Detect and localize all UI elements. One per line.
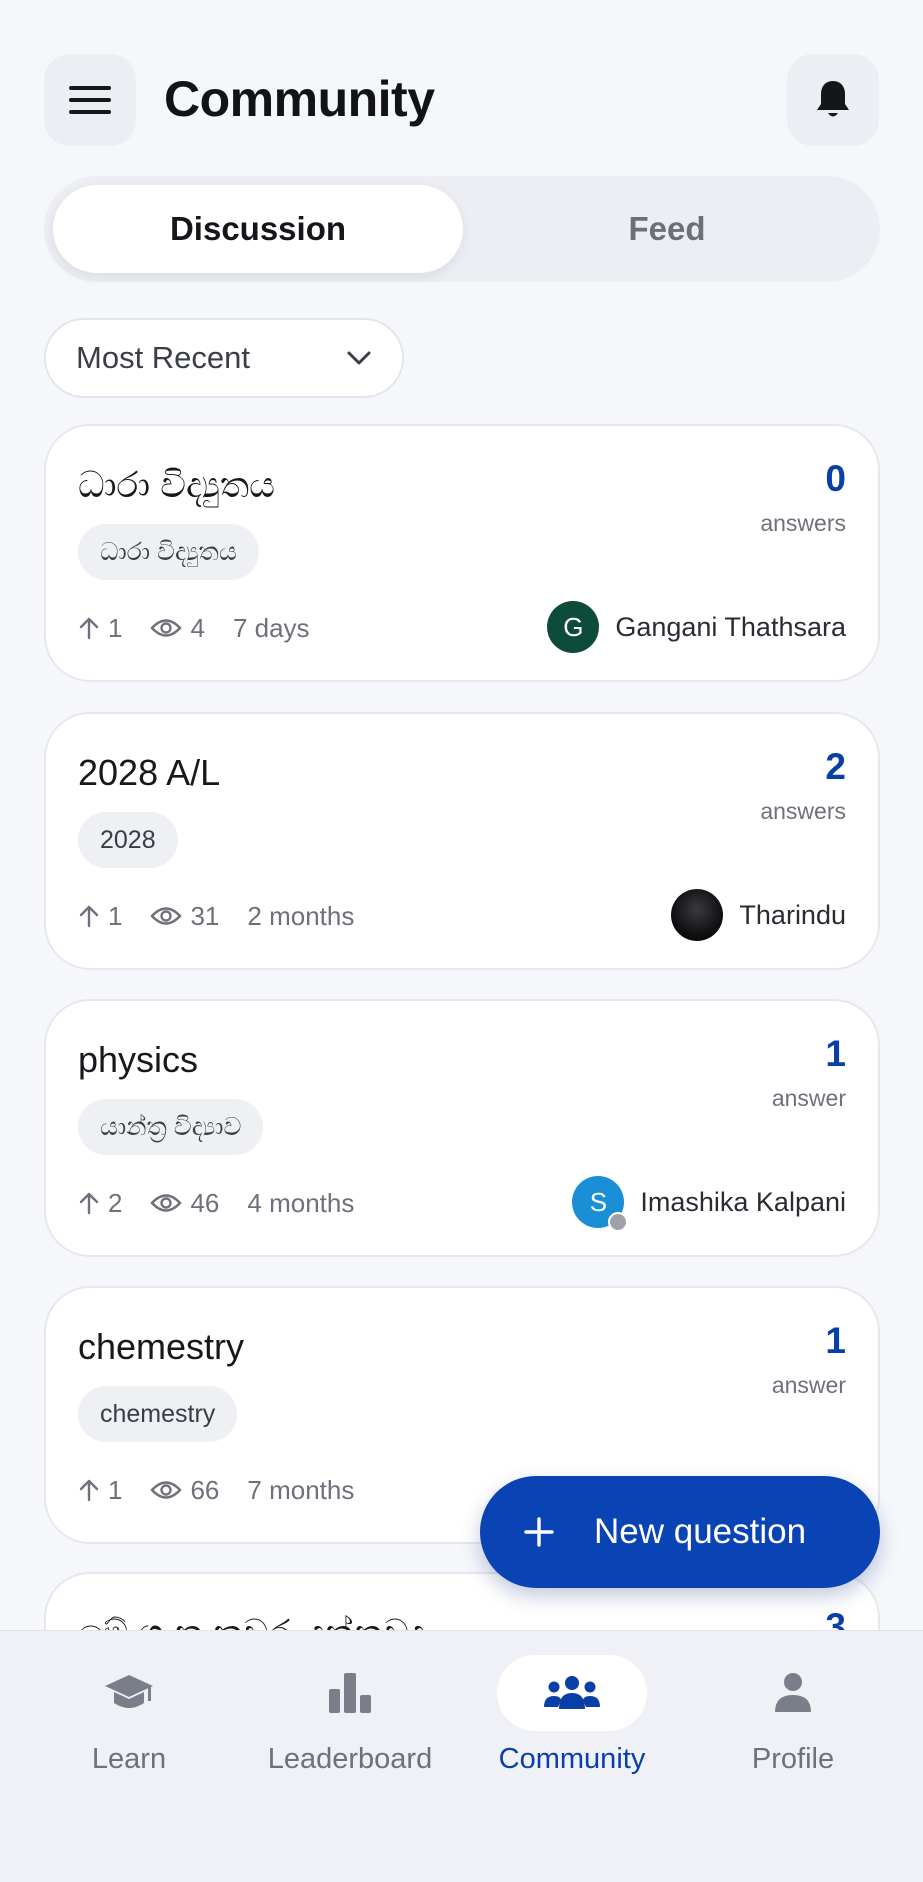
question-card[interactable]: 2028 A/L 2 answers 2028 1 31 2 months Th… (44, 712, 880, 970)
upvote-count: 1 (108, 900, 123, 931)
tab-feed[interactable]: Feed (463, 185, 871, 273)
sort-dropdown[interactable]: Most Recent (44, 318, 404, 398)
discussion-feed-tabs: Discussion Feed (44, 176, 880, 282)
new-question-button[interactable]: New question (480, 1476, 880, 1588)
view-count: 46 (190, 1187, 220, 1218)
avatar: G (547, 601, 600, 653)
question-age: 2 months (247, 900, 355, 931)
avatar (671, 889, 724, 941)
plus-icon (524, 1517, 554, 1547)
nav-leaderboard[interactable]: Leaderboard (240, 1655, 460, 1805)
author-name: Imashika Kalpani (640, 1186, 846, 1217)
question-author[interactable]: G Gangani Thathsara (547, 600, 846, 654)
page-title: Community (164, 71, 435, 127)
answer-count-label: answers (760, 798, 846, 824)
arrow-up-icon (79, 1479, 99, 1502)
upvote-count: 1 (108, 612, 123, 643)
view-count: 4 (190, 612, 205, 643)
nav-learn[interactable]: Learn (19, 1655, 239, 1805)
answer-count-label: answer (771, 1085, 846, 1111)
question-meta: 2 46 4 months (78, 1181, 354, 1225)
question-tag[interactable]: ධාරා විද්‍යුතය (78, 524, 259, 580)
question-title: මේ ගැන කවුරු දන්නවද (78, 1612, 425, 1630)
nav-label: Profile (751, 1743, 835, 1775)
bell-icon (817, 81, 849, 117)
eye-icon (150, 907, 183, 925)
upvote-count: 1 (108, 1474, 123, 1505)
arrow-up-icon (79, 1192, 99, 1215)
bar-chart-icon (329, 1673, 371, 1713)
eye-icon (150, 619, 183, 637)
arrow-up-icon (79, 905, 99, 928)
app-header: Community (0, 0, 923, 170)
question-meta: 1 4 7 days (78, 606, 310, 650)
menu-button[interactable] (44, 54, 136, 146)
nav-label: Leaderboard (267, 1743, 433, 1775)
new-question-label: New question (594, 1512, 807, 1551)
author-name: Gangani Thathsara (615, 611, 846, 642)
nav-label: Community (498, 1743, 646, 1775)
question-title: physics (78, 1039, 199, 1080)
answer-count: 2 (825, 746, 846, 787)
arrow-up-icon (79, 617, 99, 640)
answer-count-label: answers (760, 510, 846, 536)
question-author[interactable]: S Imashika Kalpani (572, 1175, 846, 1232)
question-meta: 1 31 2 months (78, 894, 354, 938)
question-tag[interactable]: chemestry (78, 1386, 238, 1442)
question-tag[interactable]: 2028 (78, 812, 178, 868)
nav-community[interactable]: Community (462, 1655, 682, 1805)
avatar-badge-icon (608, 1212, 629, 1232)
question-card[interactable]: ධාරා විද්‍යුතය 0 answers ධාරා විද්‍යුතය … (44, 424, 880, 682)
nav-icon-container (718, 1655, 868, 1731)
view-count: 66 (190, 1474, 220, 1505)
notifications-button[interactable] (787, 54, 879, 146)
question-age: 4 months (247, 1187, 355, 1218)
answer-count: 1 (825, 1320, 846, 1361)
nav-profile[interactable]: Profile (683, 1655, 903, 1805)
chevron-down-icon (347, 351, 371, 365)
avatar: S (572, 1176, 629, 1232)
upvote-count: 2 (108, 1187, 123, 1218)
question-age: 7 days (232, 612, 310, 643)
nav-icon-container (497, 1655, 647, 1731)
answer-count: 1 (825, 1033, 846, 1074)
view-count: 31 (190, 900, 220, 931)
author-name: Tharindu (739, 899, 846, 930)
nav-icon-container (54, 1655, 204, 1731)
graduation-cap-icon (105, 1675, 153, 1708)
eye-icon (150, 1194, 183, 1212)
nav-label: Learn (91, 1743, 167, 1775)
avatar-initial: S (589, 1186, 608, 1217)
question-tag[interactable]: යාන්ත්‍ර විද්‍යාව (78, 1099, 264, 1155)
bottom-navigation: Learn Leaderboard Community Profile (0, 1630, 923, 1882)
tab-discussion[interactable]: Discussion (53, 185, 463, 273)
answer-count-label: answer (771, 1372, 846, 1398)
nav-icon-container (275, 1655, 425, 1731)
answer-count: 0 (825, 458, 846, 499)
question-author[interactable]: Tharindu (671, 888, 846, 942)
user-icon (775, 1673, 811, 1712)
question-title: 2028 A/L (78, 752, 221, 793)
question-age: 7 months (247, 1474, 355, 1505)
avatar-initial: G (563, 611, 584, 642)
users-icon (544, 1676, 600, 1709)
hamburger-icon (69, 86, 111, 114)
answer-count: 3 (825, 1606, 846, 1630)
question-card[interactable]: physics 1 answer යාන්ත්‍ර විද්‍යාව 2 46 … (44, 999, 880, 1257)
eye-icon (150, 1481, 183, 1499)
question-list: ධාරා විද්‍යුතය 0 answers ධාරා විද්‍යුතය … (44, 424, 880, 1630)
question-title: chemestry (78, 1326, 245, 1367)
question-title: ධාරා විද්‍යුතය (78, 464, 275, 505)
sort-selected-value: Most Recent (76, 340, 251, 375)
question-meta: 1 66 7 months (78, 1468, 354, 1512)
